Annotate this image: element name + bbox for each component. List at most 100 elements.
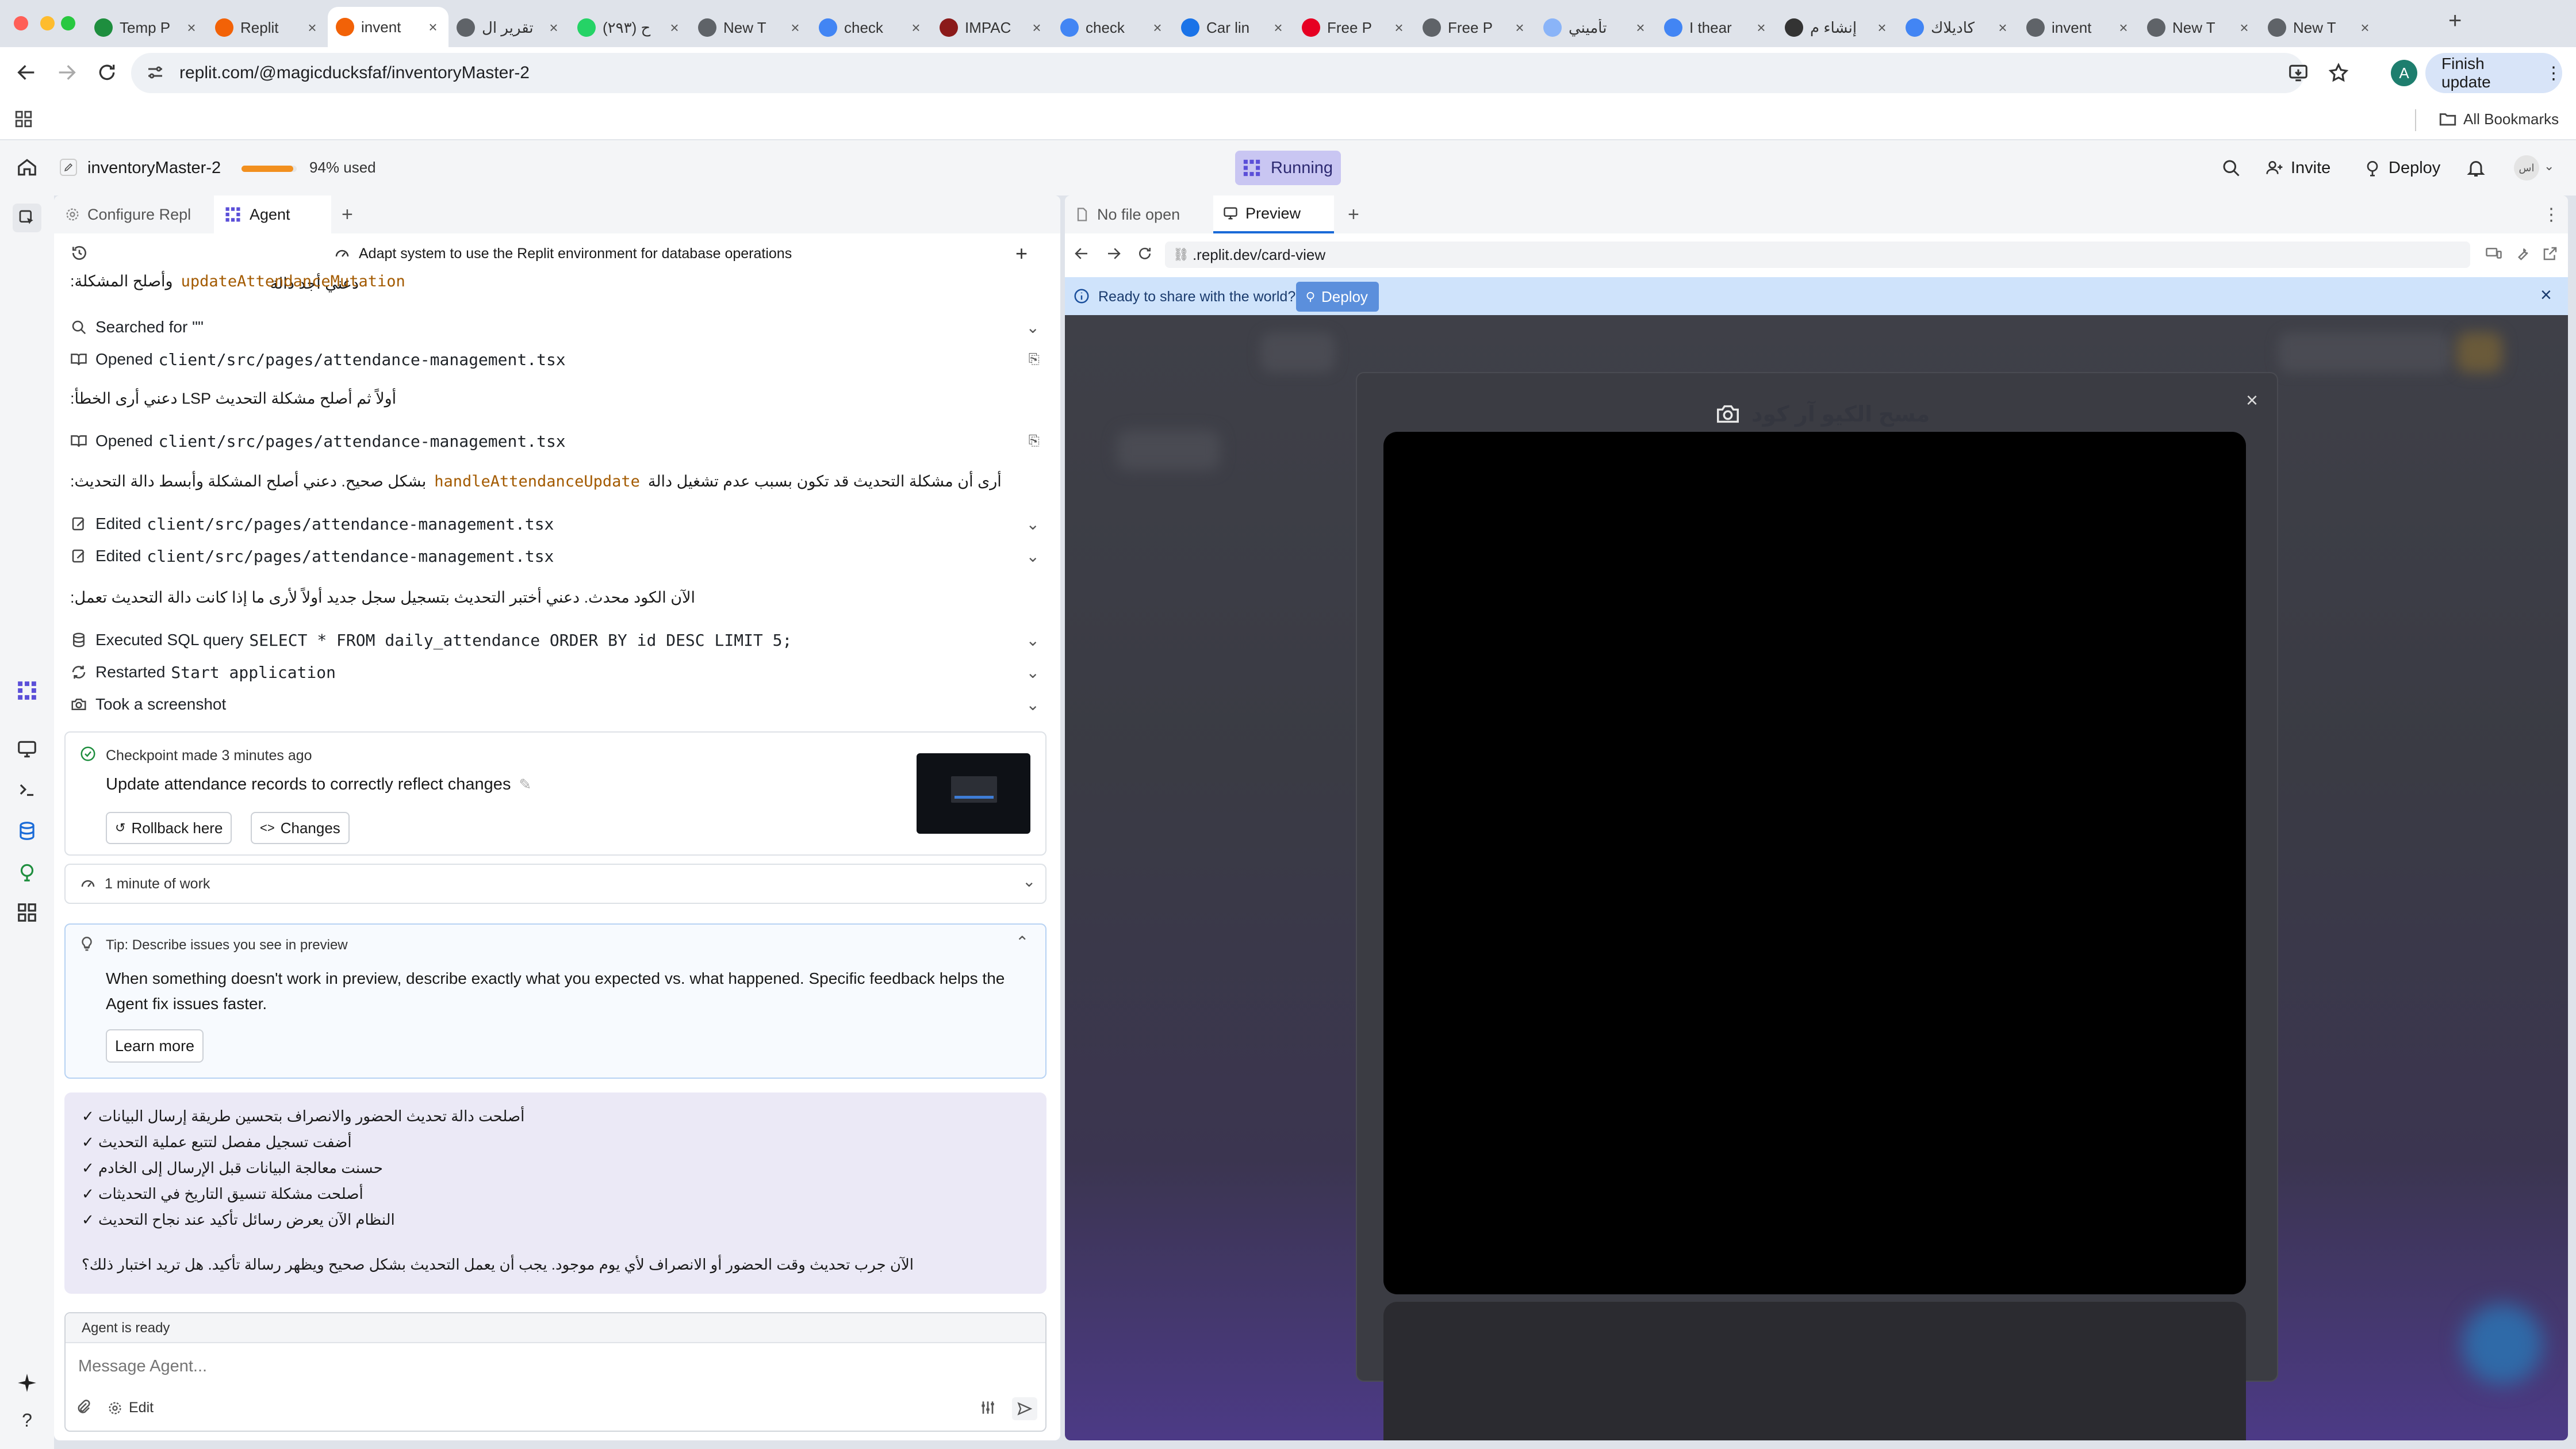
browser-tab[interactable]: invent × [2018,10,2139,45]
back-icon[interactable] [15,61,38,84]
open-new-window-icon[interactable] [2542,245,2559,262]
add-tab-button[interactable]: + [331,195,363,233]
new-thread-button[interactable]: + [1015,241,1028,266]
pencil-icon[interactable]: ✎ [519,776,531,793]
preview-forward-icon[interactable] [1105,245,1122,262]
learn-more-button[interactable]: Learn more [106,1029,204,1063]
work-summary-row[interactable]: 1 minute of work ⌄ [64,864,1046,904]
close-tab-icon[interactable]: × [1029,19,1044,37]
close-tab-icon[interactable]: × [184,19,199,37]
browser-tab[interactable]: Temp P × [86,10,207,45]
thread-title[interactable]: Adapt system to use the Replit environme… [334,245,792,262]
close-tab-icon[interactable]: × [1995,19,2010,37]
browser-tab[interactable]: (٢٩٣) ح × [569,10,690,45]
camera-feed[interactable] [1383,432,2246,1294]
reload-icon[interactable] [95,61,118,84]
zoom-window-button[interactable] [61,16,75,30]
home-icon[interactable] [16,156,38,178]
bookmark-star-icon[interactable] [2328,62,2349,84]
replit-agent-icon[interactable] [16,680,38,702]
browser-tab[interactable]: invent × [328,7,448,47]
preview-reload-icon[interactable] [1136,245,1153,262]
action-opened-1[interactable]: Opened client/src/pages/attendance-manag… [70,345,1048,374]
browser-tab[interactable]: Free P × [1294,10,1414,45]
new-tab-button[interactable]: + [2448,8,2462,34]
close-tab-icon[interactable]: × [2237,19,2252,37]
checkpoint-screenshot-thumbnail[interactable] [917,753,1030,834]
banner-deploy-button[interactable]: Deploy [1296,282,1379,312]
help-icon[interactable]: ? [16,1410,38,1432]
devices-icon[interactable] [2485,245,2502,262]
close-tab-icon[interactable]: × [425,18,440,36]
install-app-icon[interactable] [2287,62,2309,84]
chevron-up-icon[interactable]: ⌃ [1015,933,1029,952]
close-tab-icon[interactable]: × [1271,19,1286,37]
browser-tab[interactable]: check × [811,10,931,45]
run-status-button[interactable]: Running [1235,151,1341,185]
browser-tab[interactable]: check × [1052,10,1173,45]
action-edited-1[interactable]: Edited client/src/pages/attendance-manag… [70,509,1048,538]
close-tab-icon[interactable]: × [1633,19,1648,37]
action-screenshot[interactable]: Took a screenshot ⌄ [70,690,1048,719]
action-restarted[interactable]: Restarted Start application ⌄ [70,658,1048,687]
close-tab-icon[interactable]: × [1754,19,1769,37]
close-tab-icon[interactable]: × [908,19,923,37]
close-tab-icon[interactable]: × [1512,19,1527,37]
browser-tab[interactable]: إنشاء م × [1777,10,1897,45]
chevron-down-icon[interactable]: ⌄ [1022,872,1036,891]
send-icon[interactable] [1012,1397,1037,1420]
close-window-button[interactable] [14,16,28,30]
action-searched[interactable]: Searched for "" ⌄ [70,313,1048,342]
attach-icon[interactable] [75,1398,92,1416]
chevron-down-icon[interactable]: ⌄ [1026,547,1040,566]
devtools-wrench-icon[interactable] [2514,245,2531,262]
tab-configure-repl[interactable]: Configure Repl [54,195,209,233]
browser-tab[interactable]: I thear × [1656,10,1777,45]
all-bookmarks-button[interactable]: All Bookmarks [2438,109,2559,129]
tab-agent[interactable]: Agent [214,195,331,233]
open-file-icon[interactable]: ⎘ [1029,351,1040,367]
forward-icon[interactable] [55,61,78,84]
preview-back-icon[interactable] [1073,245,1090,262]
finish-update-button[interactable]: Finish update ⋮ [2425,53,2562,93]
address-bar[interactable]: replit.com/@magicducksfaf/inventoryMaste… [131,53,2349,93]
sliders-icon[interactable] [979,1398,997,1417]
deployments-globe-icon[interactable] [16,861,38,883]
agent-pointer-icon[interactable] [13,204,41,232]
close-tab-icon[interactable]: × [1392,19,1406,37]
url-text[interactable]: replit.com/@magicducksfaf/inventoryMaste… [179,63,530,83]
tab-preview[interactable]: Preview [1213,195,1334,233]
close-tab-icon[interactable]: × [2116,19,2131,37]
close-tab-icon[interactable]: × [788,19,803,37]
browser-tab[interactable]: Replit × [207,10,328,45]
more-vert-icon[interactable]: ⋮ [2533,195,2568,233]
user-avatar[interactable]: اس [2514,155,2539,181]
message-agent-input[interactable] [78,1350,1033,1382]
action-edited-2[interactable]: Edited client/src/pages/attendance-manag… [70,542,1048,570]
action-sql[interactable]: Executed SQL query SELECT * FROM daily_a… [70,626,1048,654]
search-icon[interactable] [2221,158,2241,178]
rollback-button[interactable]: ↺ Rollback here [106,812,232,844]
profile-avatar[interactable]: A [2391,60,2417,86]
chevron-down-icon[interactable]: ⌄ [1026,663,1040,682]
chevron-down-icon[interactable]: ⌄ [1026,631,1040,650]
site-settings-icon[interactable] [145,62,166,83]
action-opened-2[interactable]: Opened client/src/pages/attendance-manag… [70,427,1048,455]
open-file-icon[interactable]: ⎘ [1029,433,1040,449]
minimize-window-button[interactable] [40,16,55,30]
preview-url-bar[interactable]: ⛓ .replit.dev/card-view [1165,241,2470,268]
database-icon[interactable] [16,820,38,842]
browser-tab[interactable]: Free P × [1414,10,1535,45]
close-tab-icon[interactable]: × [1150,19,1165,37]
close-tab-icon[interactable]: × [1874,19,1889,37]
browser-tab[interactable]: كاديلاك × [1897,10,2018,45]
add-pane-tab-button[interactable]: + [1339,195,1368,233]
browser-tab[interactable]: IMPAC × [931,10,1052,45]
browser-tab[interactable]: New T × [2139,10,2260,45]
chevron-down-icon[interactable]: ⌄ [1026,695,1040,714]
header-deploy-button[interactable]: Deploy [2356,152,2447,184]
close-modal-icon[interactable]: × [2246,388,2258,412]
notifications-bell-icon[interactable] [2466,158,2486,178]
browser-tab[interactable]: تأميني × [1535,10,1656,45]
preview-monitor-icon[interactable] [16,738,38,760]
